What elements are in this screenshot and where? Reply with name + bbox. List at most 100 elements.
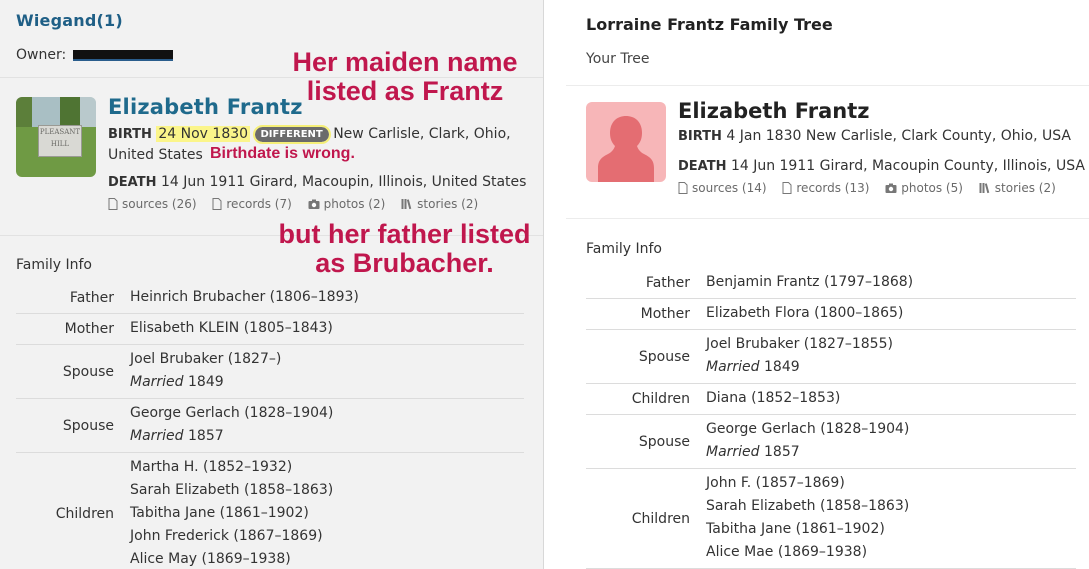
family-member[interactable]: Diana (1852–1853) xyxy=(706,387,1076,410)
family-members: Diana (1852–1853) xyxy=(706,384,1076,414)
family-member[interactable]: George Gerlach (1828–1904) xyxy=(706,418,1076,441)
left-family-table: Father Heinrich Brubacher (1806–1893) Moth… xyxy=(16,283,524,569)
family-member[interactable]: Alice May (1869–1938) xyxy=(130,548,524,569)
left-family-info-title: Family Info xyxy=(16,257,92,273)
family-member-name: Joel Brubaker xyxy=(706,336,800,352)
death-text: 14 Jun 1911 Girard, Macoupin, Illinois, … xyxy=(160,174,527,190)
family-row: Spouse George Gerlach (1828–1904) Married … xyxy=(16,399,524,453)
family-member-name: Tabitha Jane xyxy=(706,521,792,537)
photos-link[interactable]: photos (2) xyxy=(308,197,390,211)
married-label: Married xyxy=(130,428,184,444)
document-icon xyxy=(212,198,222,210)
family-member-name: Diana xyxy=(706,390,747,406)
family-member[interactable]: Martha H. (1852–1932) xyxy=(130,456,524,479)
right-panel-your-tree: Lorraine Frantz Family Tree Your Tree El… xyxy=(566,0,1089,569)
family-member[interactable]: Tabitha Jane (1861–1902) xyxy=(130,502,524,525)
family-relation-label: Father xyxy=(69,290,114,306)
family-member-name: Tabitha Jane xyxy=(130,505,216,521)
stories-link[interactable]: stories (2) xyxy=(401,197,478,211)
right-birth-text: 4 Jan 1830 New Carlisle, Clark County, O… xyxy=(726,128,1071,144)
family-member-years: (1852–1853) xyxy=(751,390,841,406)
tree-name-link[interactable]: Wiegand(1) xyxy=(16,11,123,30)
family-member[interactable]: George Gerlach (1828–1904) xyxy=(130,402,524,425)
family-member[interactable]: Joel Brubaker (1827–) xyxy=(130,348,524,371)
family-member[interactable]: Sarah Elizabeth (1858–1863) xyxy=(130,479,524,502)
photos-link[interactable]: photos (5) xyxy=(885,181,967,195)
family-member[interactable]: Elisabeth KLEIN (1805–1843) xyxy=(130,317,524,340)
document-icon xyxy=(108,198,118,210)
family-row: Children Martha H. (1852–1932) Sarah Eliza… xyxy=(16,453,524,569)
married-year: 1849 xyxy=(188,374,224,390)
family-members: Joel Brubaker (1827–) Married 1849 xyxy=(130,345,524,398)
birth-label: BIRTH xyxy=(108,127,152,142)
redacted-owner-link[interactable] xyxy=(72,49,173,61)
family-member[interactable]: Elizabeth Flora (1800–1865) xyxy=(706,302,1076,325)
family-member-years: (1800–1865) xyxy=(814,305,904,321)
annotation-birthdate-wrong: Birthdate is wrong. xyxy=(210,145,355,162)
family-member-years: (1828–1904) xyxy=(244,405,334,421)
your-tree-title: Lorraine Frantz Family Tree xyxy=(586,15,833,34)
stories-label: stories (2) xyxy=(417,197,479,211)
left-resource-links: sources (26) records (7) photos (2) stor… xyxy=(108,197,490,211)
family-row: Children John F. (1857–1869) Sarah Elizabe… xyxy=(586,469,1076,569)
family-relation-label: Children xyxy=(631,391,690,407)
family-member[interactable]: Alice Mae (1869–1938) xyxy=(706,541,1076,564)
right-family-table: Father Benjamin Frantz (1797–1868) Mother E… xyxy=(586,268,1076,569)
married-label: Married xyxy=(706,359,760,375)
family-row: Father Heinrich Brubacher (1806–1893) xyxy=(16,283,524,314)
marriage-info: Married 1857 xyxy=(130,425,524,448)
right-death-line: DEATH 14 Jun 1911 Girard, Macoupin Count… xyxy=(678,158,1085,174)
family-member-name: Martha H. xyxy=(130,459,199,475)
family-member[interactable]: Joel Brubaker (1827–1855) xyxy=(706,333,1076,356)
records-label: records (7) xyxy=(226,197,292,211)
records-link[interactable]: records (7) xyxy=(212,197,295,211)
photo-trees xyxy=(16,97,96,127)
family-member[interactable]: John F. (1857–1869) xyxy=(706,472,1076,495)
family-member[interactable]: Sarah Elizabeth (1858–1863) xyxy=(706,495,1076,518)
married-year: 1857 xyxy=(188,428,224,444)
family-member-years: (1828–1904) xyxy=(820,421,910,437)
family-member[interactable]: Heinrich Brubacher (1806–1893) xyxy=(130,286,524,309)
records-link[interactable]: records (13) xyxy=(782,181,873,195)
stories-label: stories (2) xyxy=(994,181,1056,195)
stories-link[interactable]: stories (2) xyxy=(979,181,1056,195)
family-member-name: John Frederick xyxy=(130,528,229,544)
family-members: Benjamin Frantz (1797–1868) xyxy=(706,268,1076,298)
family-member-years: (1827–) xyxy=(227,351,282,367)
family-member-name: Sarah Elizabeth xyxy=(706,498,816,514)
female-silhouette-avatar xyxy=(586,102,666,182)
owner-label: Owner: xyxy=(16,47,67,63)
right-family-info-title: Family Info xyxy=(586,241,662,257)
family-member-name: Heinrich Brubacher xyxy=(130,289,266,305)
document-icon xyxy=(678,182,688,194)
family-relation-label: Spouse xyxy=(638,348,690,365)
family-member[interactable]: John Frederick (1867–1869) xyxy=(130,525,524,548)
marriage-info: Married 1849 xyxy=(706,356,1076,379)
family-member-years: (1867–1869) xyxy=(233,528,323,544)
family-members: George Gerlach (1828–1904) Married 1857 xyxy=(706,415,1076,468)
sources-link[interactable]: sources (26) xyxy=(108,197,200,211)
sources-link[interactable]: sources (14) xyxy=(678,181,770,195)
family-member-name: Alice May xyxy=(130,551,198,567)
different-badge: DIFFERENT xyxy=(252,125,331,144)
records-label: records (13) xyxy=(796,181,870,195)
right-tree-header: Lorraine Frantz Family Tree Your Tree xyxy=(566,0,1089,86)
right-birth-line: BIRTH 4 Jan 1830 New Carlisle, Clark Cou… xyxy=(678,128,1071,144)
family-row: Mother Elizabeth Flora (1800–1865) xyxy=(586,299,1076,330)
family-row: Father Benjamin Frantz (1797–1868) xyxy=(586,268,1076,299)
family-member-name: Elizabeth Flora xyxy=(706,305,810,321)
marriage-info: Married 1857 xyxy=(706,441,1076,464)
family-member[interactable]: Benjamin Frantz (1797–1868) xyxy=(706,271,1076,294)
stories-icon xyxy=(979,183,990,194)
married-year: 1857 xyxy=(764,444,800,460)
family-member-years: (1858–1863) xyxy=(820,498,910,514)
right-resource-links: sources (14) records (13) photos (5) sto… xyxy=(678,181,1068,195)
family-members: Joel Brubaker (1827–1855) Married 1849 xyxy=(706,330,1076,383)
person-photo[interactable]: PLEASANT HILL xyxy=(16,97,96,177)
photos-label: photos (5) xyxy=(901,181,963,195)
family-members: John F. (1857–1869) Sarah Elizabeth (1858… xyxy=(706,469,1076,568)
person-name-link[interactable]: Elizabeth Frantz xyxy=(108,95,303,119)
family-relation-label: Mother xyxy=(640,306,690,322)
family-member[interactable]: Tabitha Jane (1861–1902) xyxy=(706,518,1076,541)
family-member-years: (1861–1902) xyxy=(219,505,309,521)
